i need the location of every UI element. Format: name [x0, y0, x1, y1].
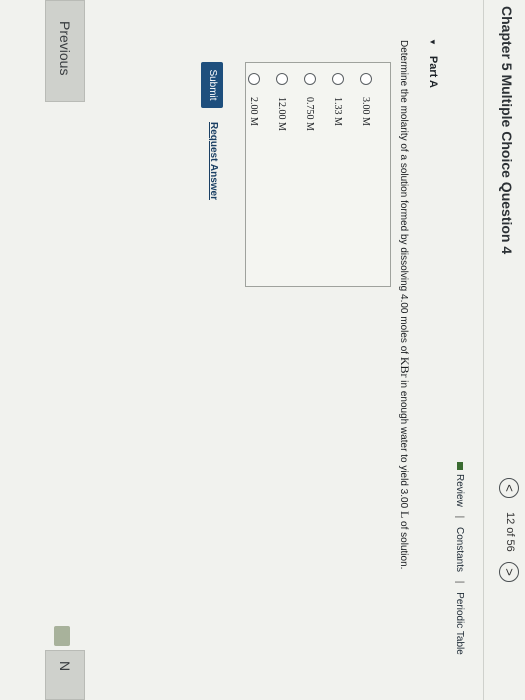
choice-option[interactable]: 2.00 M — [240, 73, 268, 286]
header-bar: Chapter 5 Multiple Choice Question 4 < 1… — [483, 0, 525, 700]
previous-button[interactable]: Previous — [45, 0, 85, 102]
choice-label: 0.750 M — [304, 97, 316, 131]
next-button[interactable]: N — [45, 650, 85, 700]
question-text: Determine the molarity of a solution for… — [398, 40, 412, 570]
constants-link[interactable]: Constants — [454, 527, 465, 572]
review-link[interactable]: Review — [454, 474, 465, 507]
part-a-header[interactable]: ▼ Part A — [427, 38, 439, 88]
radio-button[interactable] — [248, 73, 260, 85]
review-icon — [457, 462, 463, 470]
answer-choices: 3.00 M 1.33 M 0.750 M 12.00 M 2.00 M — [245, 62, 391, 287]
collapse-triangle-icon[interactable]: ▼ — [428, 38, 437, 46]
choice-label: 12.00 M — [276, 97, 288, 131]
radio-button[interactable] — [360, 73, 372, 85]
choice-option[interactable]: 1.33 M — [324, 73, 352, 286]
question-counter: 12 of 56 — [504, 512, 516, 552]
part-label: Part A — [427, 55, 439, 88]
question-screen: Chapter 5 Multiple Choice Question 4 < 1… — [0, 0, 525, 700]
page-title: Chapter 5 Multiple Choice Question 4 — [499, 6, 515, 255]
choice-label: 1.33 M — [332, 97, 344, 126]
request-answer-link[interactable]: Request Answer — [208, 122, 219, 200]
compound-formula: KBr — [398, 356, 412, 378]
link-separator: | — [454, 515, 465, 519]
periodic-table-link[interactable]: Periodic Table — [454, 592, 465, 655]
choice-option[interactable]: 3.00 M — [352, 73, 380, 286]
feedback-icon[interactable] — [54, 626, 70, 646]
choice-option[interactable]: 12.00 M — [268, 73, 296, 286]
radio-button[interactable] — [332, 73, 344, 85]
choice-option[interactable]: 0.750 M — [296, 73, 324, 286]
choice-label: 2.00 M — [248, 97, 260, 126]
submit-button[interactable]: Submit — [201, 62, 223, 108]
resource-links: Review | Constants | Periodic Table — [454, 462, 465, 655]
link-separator: | — [454, 580, 465, 584]
choice-label: 3.00 M — [360, 97, 372, 126]
previous-question-icon[interactable]: < — [499, 478, 519, 498]
radio-button[interactable] — [276, 73, 288, 85]
next-question-icon[interactable]: > — [499, 562, 519, 582]
radio-button[interactable] — [304, 73, 316, 85]
